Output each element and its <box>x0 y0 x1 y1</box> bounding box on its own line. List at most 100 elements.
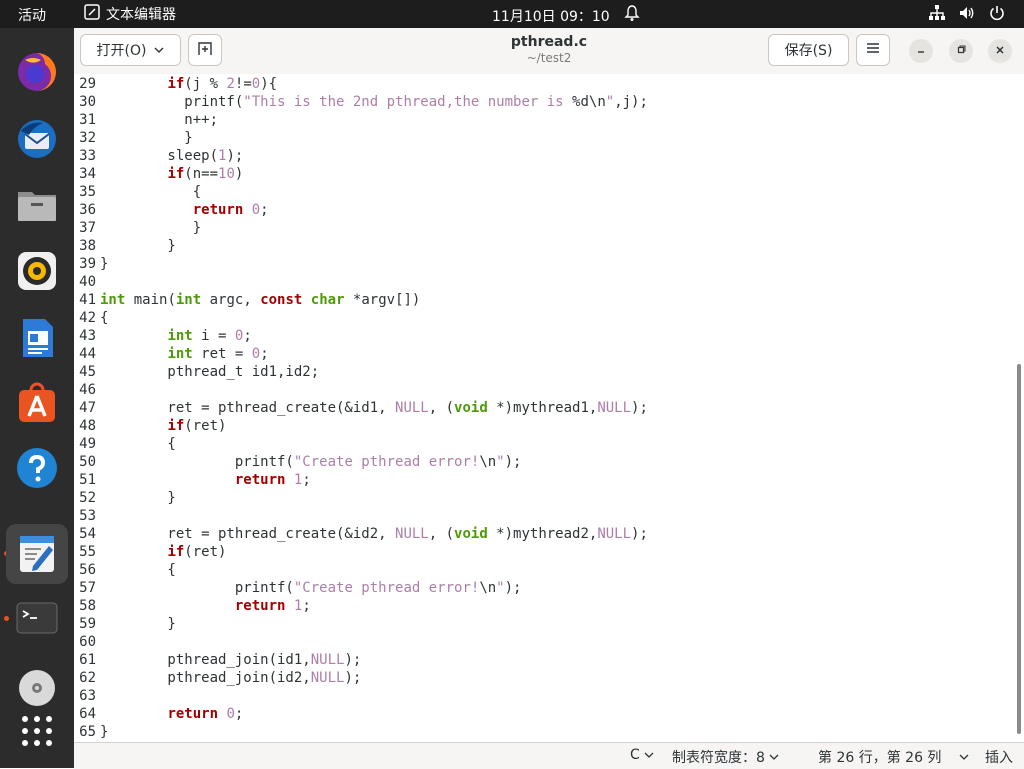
open-label: 打开(O) <box>96 43 147 59</box>
code-line[interactable]: 42{ <box>74 309 108 327</box>
code-line[interactable]: 58 return 1; <box>74 597 311 615</box>
code-text: printf("Create pthread error!\n"); <box>100 580 522 596</box>
app-menu[interactable]: 文本编辑器 <box>84 4 176 24</box>
tab-width-label: 制表符宽度：8 <box>672 750 765 766</box>
code-text: int ret = 0; <box>167 346 269 362</box>
code-line[interactable]: 40 <box>74 273 96 291</box>
code-line[interactable]: 30 printf("This is the 2nd pthread,the n… <box>74 93 648 111</box>
code-line[interactable]: 46 <box>74 381 96 399</box>
line-number: 59 <box>79 616 96 632</box>
code-line[interactable]: 61 pthread_join(id1,NULL); <box>74 651 361 669</box>
line-number: 35 <box>79 184 96 200</box>
cursor-position-selector[interactable]: 第 26 行，第 26 列 <box>818 747 969 767</box>
status-bar: C 制表符宽度：8 第 26 行，第 26 列 插入 <box>74 742 1024 769</box>
help-icon[interactable] <box>10 441 64 495</box>
code-line[interactable]: 52 } <box>74 489 176 507</box>
rhythmbox-icon[interactable] <box>10 244 64 298</box>
code-line[interactable]: 51 return 1; <box>74 471 311 489</box>
insert-mode-indicator[interactable]: 插入 <box>985 747 1013 767</box>
code-line[interactable]: 48 if(ret) <box>74 417 226 435</box>
open-button[interactable]: 打开(O) <box>80 34 181 66</box>
code-line[interactable]: 54 ret = pthread_create(&id2, NULL, (voi… <box>74 525 648 543</box>
power-icon[interactable] <box>988 4 1006 26</box>
minimize-button[interactable] <box>909 39 933 63</box>
code-line[interactable]: 44 int ret = 0; <box>74 345 268 363</box>
chevron-down-icon <box>959 749 969 765</box>
firefox-icon[interactable] <box>10 45 64 99</box>
system-tray[interactable] <box>928 4 1006 26</box>
code-line[interactable]: 45 pthread_t id1,id2; <box>74 363 319 381</box>
save-button[interactable]: 保存(S) <box>768 34 849 66</box>
libreoffice-writer-icon[interactable] <box>10 311 64 365</box>
code-line[interactable]: 37 } <box>74 219 201 237</box>
line-number: 34 <box>79 166 96 182</box>
line-number: 56 <box>79 562 96 578</box>
code-text: { <box>100 184 202 200</box>
code-line[interactable]: 33 sleep(1); <box>74 147 243 165</box>
menu-button[interactable] <box>856 34 890 66</box>
text-editor-icon[interactable] <box>6 524 68 584</box>
maximize-button[interactable] <box>949 39 973 63</box>
thunderbird-icon[interactable] <box>10 112 64 166</box>
line-number: 36 <box>79 202 96 218</box>
code-line[interactable]: 59 } <box>74 615 176 633</box>
code-line[interactable]: 60 <box>74 633 96 651</box>
volume-icon[interactable] <box>958 4 976 26</box>
insert-mode-label: 插入 <box>985 750 1013 766</box>
close-button[interactable] <box>988 39 1012 63</box>
line-number: 31 <box>79 112 96 128</box>
hamburger-menu-icon <box>866 42 880 58</box>
line-number: 37 <box>79 220 96 236</box>
app-center-icon[interactable] <box>10 375 64 429</box>
code-line[interactable]: 50 printf("Create pthread error!\n"); <box>74 453 521 471</box>
code-line[interactable]: 35 { <box>74 183 201 201</box>
show-apps-icon[interactable] <box>10 704 64 758</box>
code-editor[interactable]: 29 if(j % 2!=0){30 printf("This is the 2… <box>74 74 1024 742</box>
code-line[interactable]: 56 { <box>74 561 176 579</box>
code-text: } <box>100 724 109 740</box>
network-icon[interactable] <box>928 4 946 26</box>
code-line[interactable]: 36 return 0; <box>74 201 268 219</box>
code-line[interactable]: 32 } <box>74 129 193 147</box>
code-line[interactable]: 55 if(ret) <box>74 543 226 561</box>
line-number: 49 <box>79 436 96 452</box>
line-number: 51 <box>79 472 96 488</box>
terminal-icon[interactable] <box>10 591 64 645</box>
clock[interactable]: 11月10日 09：10 <box>492 6 610 26</box>
tab-width-selector[interactable]: 制表符宽度：8 <box>672 747 779 767</box>
code-line[interactable]: 64 return 0; <box>74 705 243 723</box>
code-line[interactable]: 41 int main(int argc, const char *argv[]) <box>74 291 420 309</box>
code-text: { <box>100 310 109 326</box>
code-line[interactable]: 57 printf("Create pthread error!\n"); <box>74 579 521 597</box>
code-line[interactable]: 29 if(j % 2!=0){ <box>74 75 277 93</box>
code-line[interactable]: 63 <box>74 687 96 705</box>
line-number: 32 <box>79 130 96 146</box>
code-line[interactable]: 34 if(n==10) <box>74 165 243 183</box>
files-icon[interactable] <box>10 178 64 232</box>
line-number: 45 <box>79 364 96 380</box>
running-indicator <box>4 616 9 621</box>
code-line[interactable]: 65} <box>74 723 108 741</box>
new-tab-icon <box>197 40 213 60</box>
code-line[interactable]: 53 <box>74 507 96 525</box>
notification-bell-icon[interactable] <box>624 4 640 26</box>
new-document-button[interactable] <box>188 34 222 66</box>
activities-button[interactable]: 活动 <box>18 5 46 25</box>
code-line[interactable]: 39} <box>74 255 108 273</box>
code-line[interactable]: 47 ret = pthread_create(&id1, NULL, (voi… <box>74 399 648 417</box>
top-bar: 活动 文本编辑器 11月10日 09：10 <box>0 0 1024 28</box>
line-number: 44 <box>79 346 96 362</box>
line-number: 62 <box>79 670 96 686</box>
code-text: } <box>100 616 176 632</box>
vertical-scrollbar[interactable] <box>1017 364 1021 734</box>
code-line[interactable]: 62 pthread_join(id2,NULL); <box>74 669 361 687</box>
code-line[interactable]: 31 n++; <box>74 111 218 129</box>
line-number: 42 <box>79 310 96 326</box>
code-line[interactable]: 38 } <box>74 237 176 255</box>
language-selector[interactable]: C <box>630 747 654 763</box>
code-text: printf("This is the 2nd pthread,the numb… <box>100 94 648 110</box>
code-line[interactable]: 49 { <box>74 435 176 453</box>
language-label: C <box>630 747 640 763</box>
code-line[interactable]: 43 int i = 0; <box>74 327 252 345</box>
dvd-icon[interactable] <box>10 657 64 711</box>
